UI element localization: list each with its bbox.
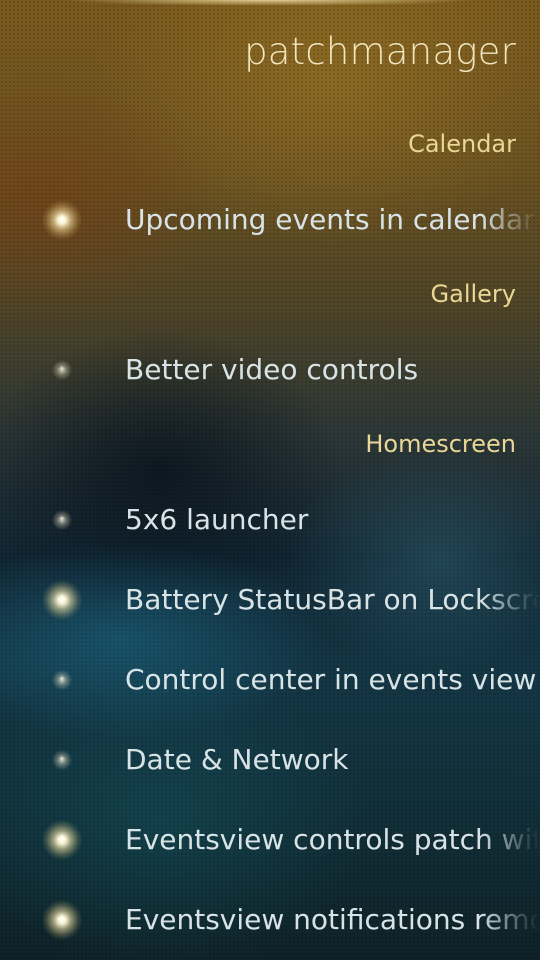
patch-name-label: Upcoming events in calendar cover <box>125 203 540 236</box>
list-item-upcoming-events[interactable]: ✦ Upcoming events in calendar cover <box>0 180 540 260</box>
list-item-date-network[interactable]: ✦ Date & Network <box>0 720 540 800</box>
patch-name-label: Eventsview notifications remove <box>125 903 540 936</box>
switch-indicator-icon[interactable]: ✦ <box>42 580 82 620</box>
patch-name-label: Better video controls <box>125 353 419 386</box>
list-item-eventsview-controls[interactable]: ✦ Eventsview controls patch with <box>0 800 540 880</box>
list-item-eventsview-notifications[interactable]: ✦ Eventsview notifications remove <box>0 880 540 960</box>
switch-indicator-icon[interactable]: ✦ <box>42 660 82 700</box>
switch-indicator-icon[interactable]: ✦ <box>42 200 82 240</box>
section-header-calendar: Calendar <box>408 130 516 158</box>
patch-name-label: Eventsview controls patch with <box>125 823 540 856</box>
switch-indicator-icon[interactable]: ✦ <box>42 900 82 940</box>
list-item-control-center[interactable]: ✦ Control center in events view <box>0 640 540 720</box>
patch-name-label: Battery StatusBar on Lockscreen <box>125 583 540 616</box>
switch-indicator-icon[interactable]: ✦ <box>42 350 82 390</box>
switch-indicator-icon[interactable]: ✦ <box>42 740 82 780</box>
section-header-homescreen: Homescreen <box>365 430 516 458</box>
section-header-gallery: Gallery <box>430 280 516 308</box>
patch-name-label: Control center in events view <box>125 663 537 696</box>
switch-indicator-icon[interactable]: ✦ <box>42 820 82 860</box>
list-item-battery-statusbar[interactable]: ✦ Battery StatusBar on Lockscreen <box>0 560 540 640</box>
patch-name-label: 5x6 launcher <box>125 503 309 536</box>
patch-name-label: Date & Network <box>125 743 349 776</box>
list-item-better-video-controls[interactable]: ✦ Better video controls <box>0 330 540 410</box>
patch-list-page: patchmanager Calendar ✦ Upcoming events … <box>0 0 540 960</box>
list-item-5x6-launcher[interactable]: ✦ 5x6 launcher <box>0 480 540 560</box>
switch-indicator-icon[interactable]: ✦ <box>42 500 82 540</box>
page-title: patchmanager <box>244 30 516 73</box>
